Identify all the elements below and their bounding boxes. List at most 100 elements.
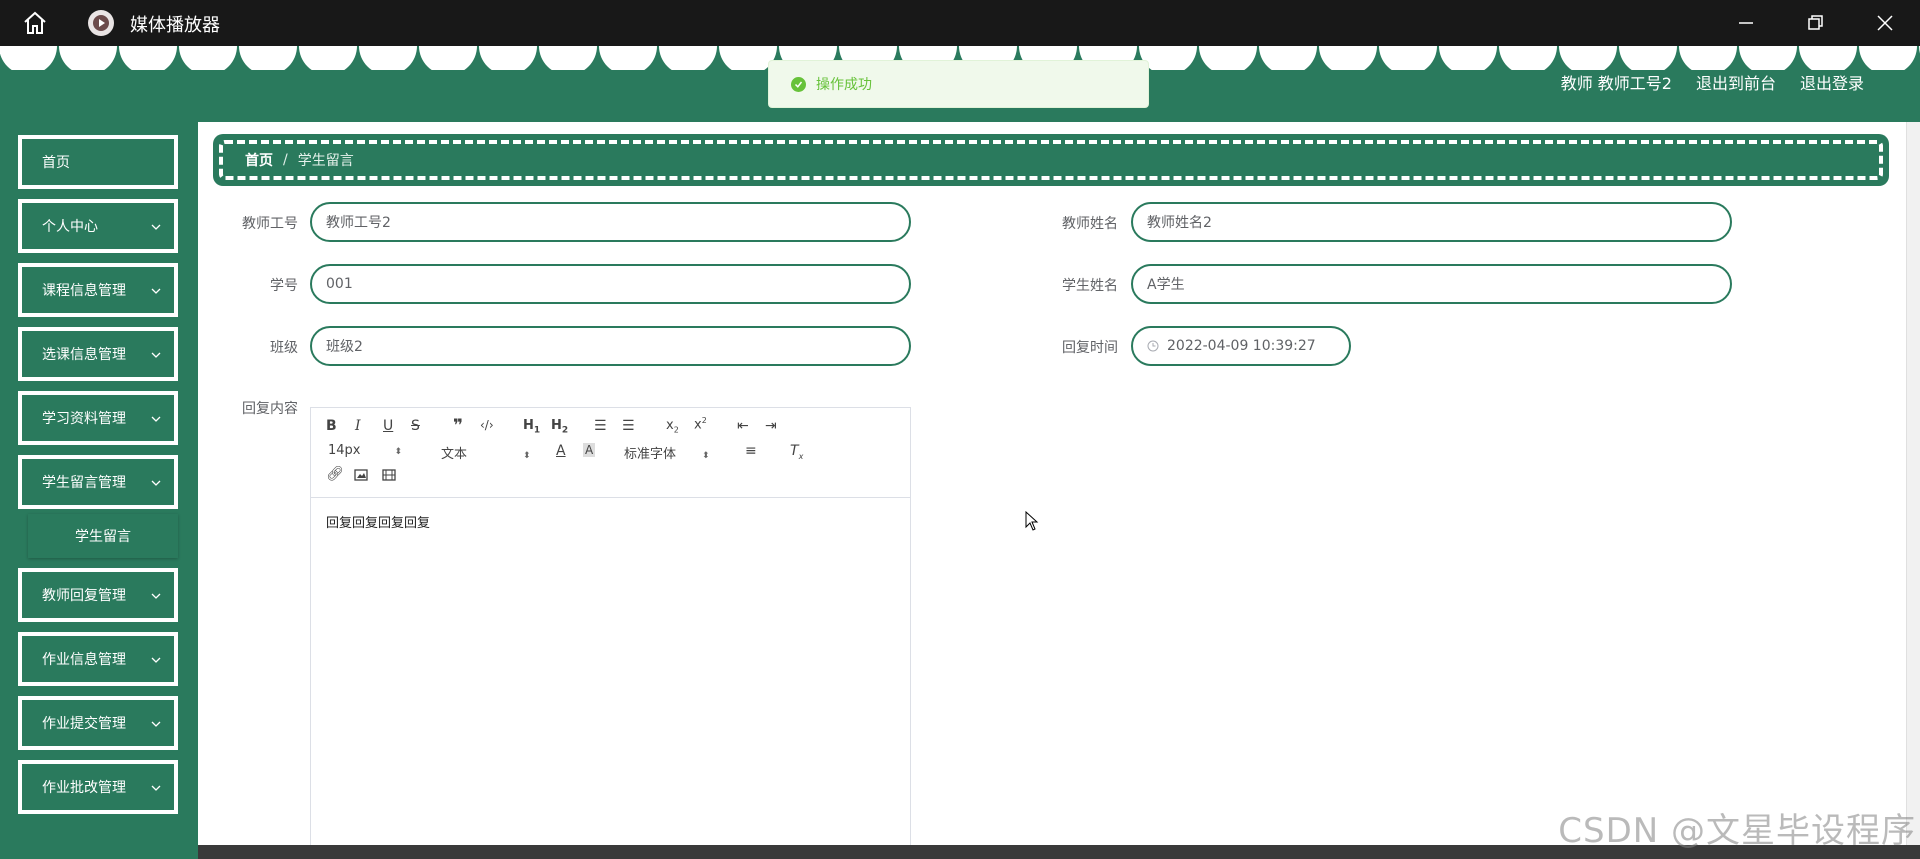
font-size-select[interactable]: 14px ⬍: [328, 443, 402, 458]
close-icon[interactable]: [1872, 10, 1898, 36]
ordered-list-icon[interactable]: ☰: [594, 418, 607, 434]
breadcrumb: 首页 / 学生留言: [213, 134, 1889, 186]
reply-content-editor: B I U S ❞ ‹/› H1 H2 ☰ ☰ x2 x2 ⇤ ⇥ 14px ⬍ …: [310, 407, 911, 859]
goto-front-link[interactable]: 退出到前台: [1696, 70, 1776, 94]
page-scrollbar[interactable]: [1906, 122, 1920, 845]
scallop-shape: [1199, 46, 1257, 70]
sidebar-item-teacher-replies[interactable]: 教师回复管理: [18, 568, 178, 622]
media-player-icon: [88, 10, 114, 36]
sidebar-item-label: 作业批改管理: [42, 780, 126, 796]
sidebar-item-personal-center[interactable]: 个人中心: [18, 199, 178, 253]
current-user: 教师 教师工号2: [1560, 74, 1672, 93]
student-id-value: 001: [326, 276, 353, 292]
student-id-field[interactable]: 001: [310, 264, 911, 304]
editor-content-area[interactable]: 回复回复回复回复: [311, 498, 910, 545]
minimize-icon[interactable]: [1733, 10, 1759, 36]
scallop-shape: [599, 46, 657, 70]
scallop-shape: [359, 46, 417, 70]
breadcrumb-current: 学生留言: [297, 153, 354, 169]
bold-icon[interactable]: B: [326, 418, 337, 434]
scallop-shape: [0, 46, 57, 70]
align-icon[interactable]: ≡: [745, 443, 757, 459]
header-select[interactable]: 文本 ⬍: [441, 443, 531, 462]
scallop-shape: [1679, 46, 1737, 70]
sidebar-item-label: 课程信息管理: [42, 283, 126, 299]
video-icon[interactable]: [382, 469, 396, 481]
class-field[interactable]: 班级2: [310, 326, 911, 366]
watermark: CSDN @文星毕设程序: [1558, 811, 1916, 851]
sidebar-item-label: 首页: [42, 155, 70, 171]
toast-message: 操作成功: [816, 77, 872, 93]
underline-icon[interactable]: U: [383, 418, 393, 434]
window-title: 媒体播放器: [130, 15, 220, 36]
scallop-shape: [1799, 46, 1857, 70]
teacher-id-field[interactable]: 教师工号2: [310, 202, 911, 242]
clean-icon[interactable]: Tx: [790, 443, 803, 461]
sidebar-item-label: 个人中心: [42, 219, 98, 235]
restore-icon[interactable]: [1802, 10, 1828, 36]
chevron-down-icon: [151, 224, 161, 230]
subscript-icon[interactable]: x2: [666, 418, 679, 435]
sidebar-item-homework-grading[interactable]: 作业批改管理: [18, 760, 178, 814]
header-user-actions: 教师 教师工号2 退出到前台 退出登录: [1561, 70, 1864, 94]
font-size-value: 14px: [328, 443, 361, 458]
font-color-icon[interactable]: A: [556, 443, 566, 459]
home-icon[interactable]: [22, 11, 48, 35]
bullet-list-icon[interactable]: ☰: [622, 418, 635, 434]
chevron-down-icon: [151, 721, 161, 727]
student-name-value: A学生: [1147, 277, 1185, 293]
scallop-shape: [1559, 46, 1617, 70]
scallop-shape: [1439, 46, 1497, 70]
sidebar-subitem-student-message[interactable]: 学生留言: [28, 514, 178, 558]
scallop-shape: [1259, 46, 1317, 70]
superscript-icon[interactable]: x2: [694, 416, 707, 432]
strike-icon[interactable]: S: [411, 418, 420, 434]
sidebar-item-study-materials[interactable]: 学习资料管理: [18, 391, 178, 445]
chevron-down-icon: [151, 785, 161, 791]
reply-time-picker[interactable]: 2022-04-09 10:39:27: [1131, 326, 1351, 366]
image-icon[interactable]: [354, 469, 368, 481]
sidebar-item-label: 选课信息管理: [42, 347, 126, 363]
editor-content-text: 回复回复回复回复: [326, 516, 431, 531]
breadcrumb-separator: /: [283, 152, 288, 168]
sidebar-item-home[interactable]: 首页: [18, 135, 178, 189]
breadcrumb-inner: 首页 / 学生留言: [219, 140, 1883, 180]
scallop-shape: [479, 46, 537, 70]
outdent-icon[interactable]: ⇤: [737, 418, 749, 434]
scallop-shape: [239, 46, 297, 70]
logout-link[interactable]: 退出登录: [1800, 70, 1864, 94]
italic-icon[interactable]: I: [355, 418, 361, 434]
code-block-icon[interactable]: ‹/›: [480, 418, 494, 432]
breadcrumb-home[interactable]: 首页: [245, 150, 273, 170]
chevron-down-icon: [151, 288, 161, 294]
sidebar: 首页 个人中心 课程信息管理 选课信息管理 学习资料管理 学生留言管理 学生留言…: [0, 122, 198, 859]
sidebar-item-label: 学习资料管理: [42, 411, 126, 427]
sidebar-item-student-messages[interactable]: 学生留言管理: [18, 455, 178, 509]
h1-icon[interactable]: H1: [523, 418, 540, 436]
sidebar-item-course-selection[interactable]: 选课信息管理: [18, 327, 178, 381]
font-family-select[interactable]: 标准字体 ⬍: [624, 443, 710, 462]
teacher-name-field[interactable]: 教师姓名2: [1131, 202, 1732, 242]
indent-icon[interactable]: ⇥: [765, 418, 777, 434]
header-select-value: 文本: [441, 447, 468, 462]
font-family-value: 标准字体: [624, 447, 677, 462]
scallop-shape: [539, 46, 597, 70]
class-value: 班级2: [326, 339, 363, 355]
chevron-down-icon: [151, 480, 161, 486]
blockquote-icon[interactable]: ❞: [453, 416, 463, 436]
sidebar-item-label: 教师回复管理: [42, 588, 126, 604]
sidebar-item-course-info[interactable]: 课程信息管理: [18, 263, 178, 317]
h2-icon[interactable]: H2: [551, 418, 568, 436]
sidebar-item-homework-info[interactable]: 作业信息管理: [18, 632, 178, 686]
student-id-label: 学号: [270, 278, 298, 294]
window-titlebar: 媒体播放器: [0, 0, 1920, 46]
sidebar-item-homework-submission[interactable]: 作业提交管理: [18, 696, 178, 750]
background-color-icon[interactable]: A: [583, 443, 596, 457]
link-icon[interactable]: 🔗︎: [326, 466, 344, 482]
scallop-shape: [119, 46, 177, 70]
sidebar-item-label: 学生留言管理: [42, 475, 126, 491]
reply-time-label: 回复时间: [1062, 340, 1118, 356]
teacher-name-value: 教师姓名2: [1147, 215, 1212, 231]
student-name-field[interactable]: A学生: [1131, 264, 1732, 304]
reply-content-label: 回复内容: [242, 401, 298, 417]
